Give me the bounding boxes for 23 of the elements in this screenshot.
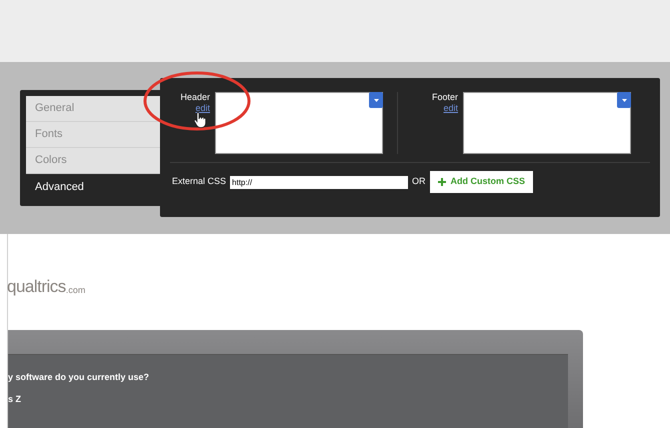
tab[interactable]: Fonts <box>26 122 160 148</box>
tab[interactable]: Colors <box>26 148 160 174</box>
tab[interactable]: Advanced <box>26 174 160 200</box>
choice-text: s Z <box>8 392 22 406</box>
text-area[interactable] <box>215 92 383 154</box>
url-field[interactable]: http:// <box>230 176 408 188</box>
or-label: OR <box>412 175 426 188</box>
logo-suffix: .com <box>66 285 86 295</box>
plus-icon <box>438 178 446 186</box>
text-area[interactable] <box>463 92 631 154</box>
add-css-button[interactable]: Add Custom CSS <box>430 171 534 193</box>
caret-icon <box>622 98 626 102</box>
editor-label: Footer <box>432 92 458 103</box>
edit-link[interactable]: edit <box>443 103 458 114</box>
dropdown-button[interactable] <box>369 92 383 108</box>
dropdown-button[interactable] <box>617 92 631 108</box>
external-css-label: External CSS <box>172 175 226 188</box>
caret-icon <box>374 98 378 102</box>
logo-text: qualtrics <box>7 278 66 296</box>
tab[interactable]: General <box>26 96 160 122</box>
editor-label: Header <box>180 92 210 103</box>
question-text: y software do you currently use? <box>8 371 150 384</box>
edit-link[interactable]: edit <box>195 103 210 114</box>
